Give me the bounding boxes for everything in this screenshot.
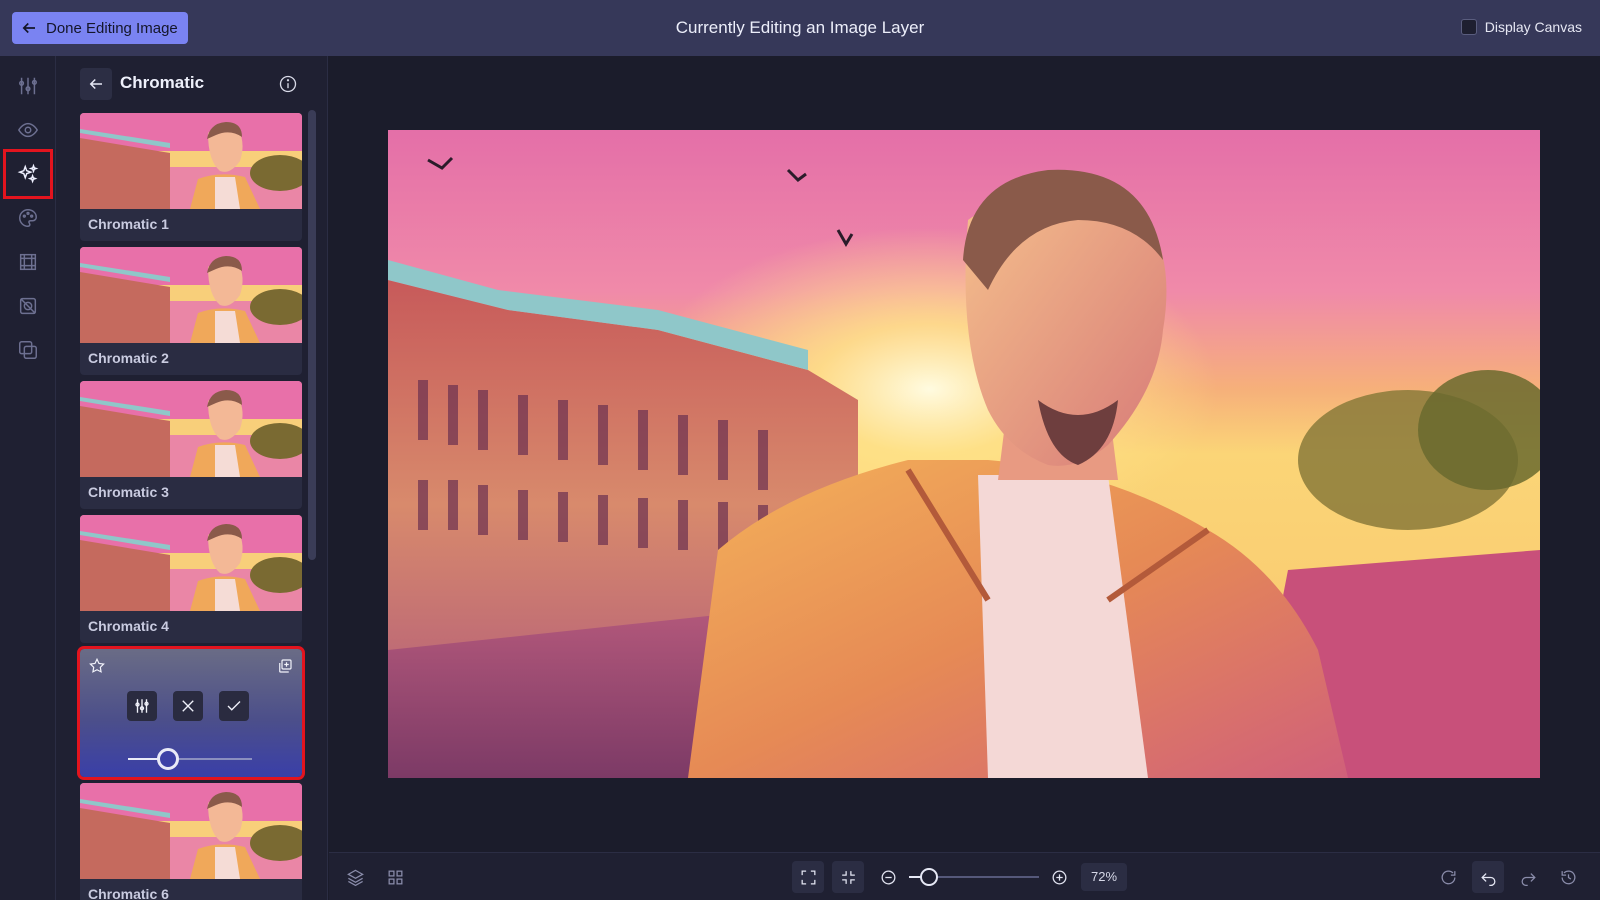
effect-label: Chromatic 6 — [88, 886, 169, 900]
sliders-icon — [135, 699, 149, 713]
plus-circle-icon — [1052, 870, 1066, 884]
tool-rail — [0, 56, 56, 900]
effect-action-buttons — [127, 691, 249, 721]
frame-icon — [19, 253, 37, 271]
zoom-out-button[interactable] — [872, 861, 904, 893]
star-icon — [89, 657, 105, 673]
effects-panel: Chromatic Chromatic 1 Chromatic 2 Chroma… — [56, 56, 328, 900]
adjustments-button[interactable] — [8, 66, 48, 106]
layers-overlay-icon — [19, 341, 37, 359]
display-canvas-toggle[interactable]: Display Canvas — [1460, 19, 1582, 35]
effects-button[interactable] — [3, 149, 53, 199]
history-icon — [1561, 870, 1575, 884]
effect-settings-button[interactable] — [127, 691, 157, 721]
panel-scrollbar[interactable] — [308, 110, 316, 560]
grid-icon — [388, 870, 402, 884]
zoom-in-button[interactable] — [1043, 861, 1075, 893]
effect-card[interactable]: Chromatic 1 — [80, 113, 302, 241]
slider-handle[interactable] — [156, 748, 179, 770]
done-editing-label: Done Editing Image — [46, 19, 178, 37]
palette-icon — [19, 209, 37, 227]
panel-header: Chromatic — [56, 56, 327, 112]
layers-button[interactable] — [339, 861, 371, 893]
close-icon — [182, 700, 194, 712]
shrink-button[interactable] — [832, 861, 864, 893]
reset-button[interactable] — [1432, 861, 1464, 893]
display-canvas-checkbox[interactable] — [1460, 19, 1477, 35]
history-button[interactable] — [1552, 861, 1584, 893]
duplicate-button[interactable] — [276, 657, 294, 675]
panel-title: Chromatic — [120, 73, 205, 92]
zoom-slider[interactable] — [909, 865, 1039, 889]
crop-button[interactable] — [8, 286, 48, 326]
magic-effects-icon — [17, 163, 39, 184]
grid-button[interactable] — [379, 861, 411, 893]
preview-button[interactable] — [8, 110, 48, 150]
fit-to-screen-button[interactable] — [792, 861, 824, 893]
effect-card[interactable]: Chromatic 2 — [80, 247, 302, 375]
check-icon — [227, 701, 241, 711]
effect-card[interactable]: Chromatic 3 — [80, 381, 302, 509]
redo-button[interactable] — [1512, 861, 1544, 893]
color-button[interactable] — [8, 198, 48, 238]
top-bar: Done Editing Image Currently Editing an … — [0, 0, 1600, 56]
minus-circle-icon — [881, 870, 895, 884]
undo-icon — [1480, 872, 1495, 886]
back-button[interactable] — [80, 68, 112, 100]
effect-label: Chromatic 3 — [88, 484, 169, 500]
effect-card[interactable]: Chromatic 4 — [80, 515, 302, 643]
zoom-percentage[interactable]: 72% — [1081, 863, 1127, 891]
info-icon — [279, 75, 297, 93]
edited-image[interactable] — [388, 130, 1540, 778]
effect-card[interactable]: Chromatic 6 — [80, 783, 302, 900]
layers-icon — [346, 869, 364, 886]
info-button[interactable] — [278, 74, 298, 94]
refresh-icon — [1441, 870, 1455, 884]
effect-label: Chromatic 1 — [88, 216, 169, 232]
effect-label: Chromatic 4 — [88, 618, 169, 634]
crop-icon — [19, 297, 37, 315]
selected-effect-card[interactable] — [77, 646, 305, 780]
effect-label: Chromatic 2 — [88, 350, 169, 366]
arrow-left-icon — [22, 22, 35, 34]
display-canvas-label: Display Canvas — [1484, 19, 1582, 35]
cancel-effect-button[interactable] — [173, 691, 203, 721]
frame-button[interactable] — [8, 242, 48, 282]
done-editing-button[interactable]: Done Editing Image — [12, 12, 188, 44]
apply-effect-button[interactable] — [219, 691, 249, 721]
bottom-toolbar: 72% — [329, 852, 1600, 900]
effect-intensity-slider[interactable] — [128, 747, 252, 771]
eye-icon — [17, 122, 39, 138]
redo-icon — [1521, 872, 1536, 886]
adjustments-icon — [19, 77, 37, 95]
overlay-button[interactable] — [8, 330, 48, 370]
compress-icon — [841, 870, 855, 884]
zoom-handle[interactable] — [919, 868, 938, 886]
expand-icon — [801, 870, 815, 884]
effect-thumbnail — [80, 381, 302, 477]
copy-icon — [279, 659, 292, 673]
effect-thumbnail — [80, 113, 302, 209]
page-title: Currently Editing an Image Layer — [675, 18, 925, 37]
favorite-button[interactable] — [88, 657, 106, 675]
undo-button[interactable] — [1472, 861, 1504, 893]
effect-thumbnail — [80, 783, 302, 879]
effect-thumbnail — [80, 247, 302, 343]
arrow-left-icon — [89, 78, 102, 90]
effect-thumbnail — [80, 515, 302, 611]
